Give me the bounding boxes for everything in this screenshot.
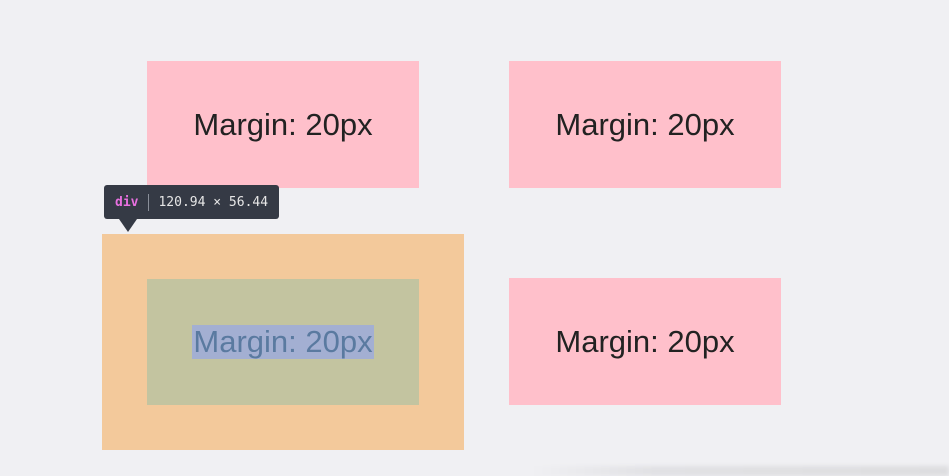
- margin-box-1[interactable]: Margin: 20px: [147, 61, 419, 188]
- margin-box-1-label: Margin: 20px: [193, 106, 373, 142]
- margin-box-3-label: Margin: 20px: [192, 323, 374, 360]
- tooltip-separator: [148, 193, 150, 211]
- margin-box-4-label: Margin: 20px: [555, 323, 735, 359]
- margin-box-2-label: Margin: 20px: [555, 106, 735, 142]
- margin-box-2[interactable]: Margin: 20px: [509, 61, 781, 188]
- inspector-tooltip: div 120.94 × 56.44: [104, 185, 280, 232]
- tooltip-pointer-icon: [119, 219, 137, 232]
- panel-edge-shadow: [530, 466, 949, 476]
- margin-box-3-highlighted[interactable]: Margin: 20px: [147, 279, 419, 405]
- margin-box-4[interactable]: Margin: 20px: [509, 278, 781, 405]
- tooltip-dimensions: 120.94 × 56.44: [158, 194, 269, 210]
- page-canvas: Margin: 20px Margin: 20px Margin: 20px M…: [0, 0, 949, 476]
- tooltip-element-tag: div: [115, 194, 139, 210]
